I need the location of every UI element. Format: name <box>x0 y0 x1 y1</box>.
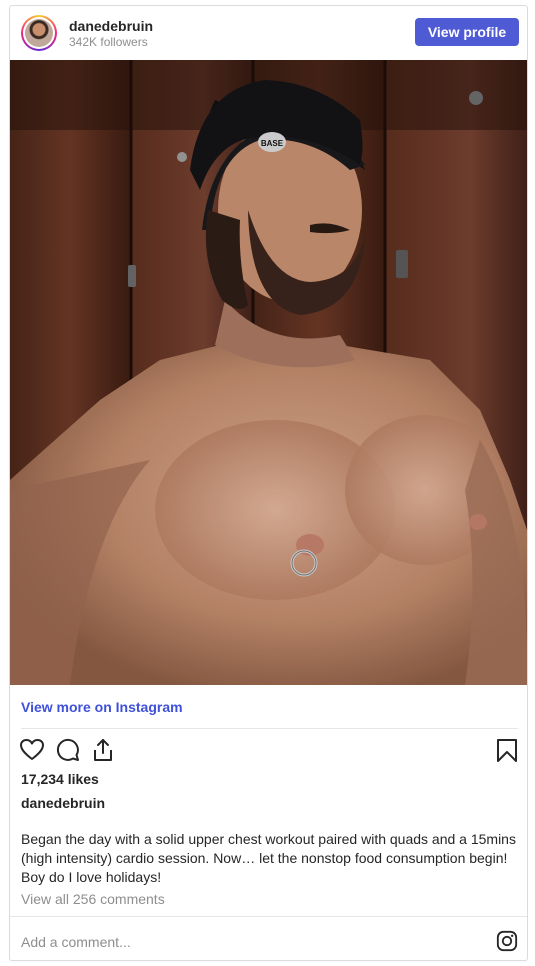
avatar-photo <box>25 19 53 47</box>
view-more-link[interactable]: View more on Instagram <box>21 699 183 715</box>
username-link[interactable]: danedebruin <box>69 18 153 34</box>
instagram-icon[interactable] <box>496 930 518 952</box>
like-count[interactable]: 17,234 likes <box>21 771 99 787</box>
heart-icon[interactable] <box>19 737 45 763</box>
avatar[interactable] <box>21 15 57 51</box>
post-caption: Began the day with a solid upper chest w… <box>21 831 516 885</box>
instagram-embed-card: danedebruin 342K followers View profile <box>9 5 528 961</box>
caption-author[interactable]: danedebruin <box>21 795 105 811</box>
divider <box>10 916 527 917</box>
post-header: danedebruin 342K followers View profile <box>10 6 527 60</box>
follower-count: 342K followers <box>69 35 148 49</box>
divider <box>21 728 518 729</box>
avatar-image <box>23 17 55 49</box>
bookmark-icon[interactable] <box>494 737 520 763</box>
post-photo[interactable]: BASE <box>10 60 527 685</box>
view-profile-button[interactable]: View profile <box>415 18 519 46</box>
post-photo-image: BASE <box>10 60 527 685</box>
comment-icon[interactable] <box>55 737 81 763</box>
comment-input[interactable] <box>21 932 461 952</box>
view-comments-link[interactable]: View all 256 comments <box>21 891 165 907</box>
share-icon[interactable] <box>90 737 116 763</box>
